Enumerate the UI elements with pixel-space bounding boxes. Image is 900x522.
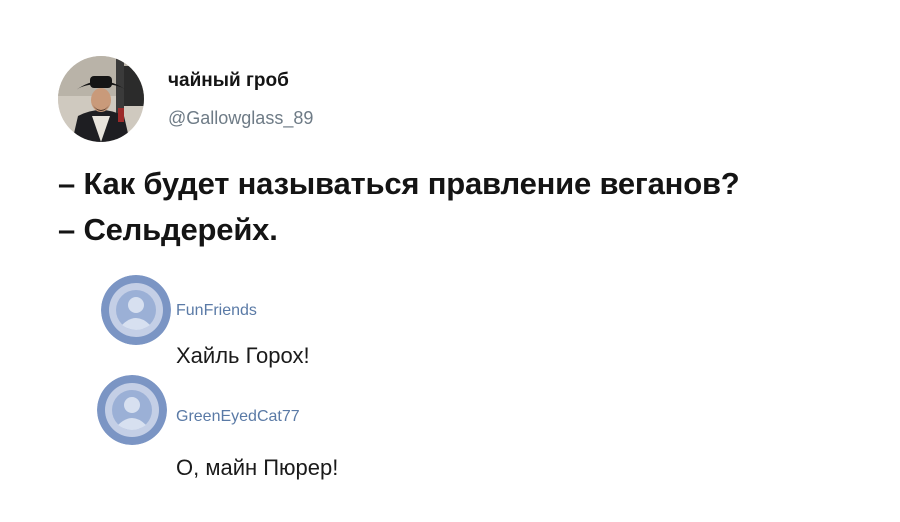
default-user-avatar-icon <box>101 275 171 345</box>
tweet-text-line: – Сельдерейх. <box>58 212 278 247</box>
comment-text: Хайль Горох! <box>176 343 310 368</box>
comment-username[interactable]: FunFriends <box>176 302 257 320</box>
default-user-avatar-icon <box>97 375 167 445</box>
pirate-portrait-avatar-icon <box>58 56 144 142</box>
comment-text: О, майн Пюрер! <box>176 455 339 480</box>
comment-avatar[interactable] <box>97 375 167 445</box>
author-handle[interactable]: @Gallowglass_89 <box>168 108 313 129</box>
tweet-text-line: – Как будет называться правление веганов… <box>58 166 740 201</box>
comment-username[interactable]: GreenEyedCat77 <box>176 408 300 426</box>
author-avatar[interactable] <box>58 56 144 142</box>
comment-avatar[interactable] <box>101 275 171 345</box>
author-name[interactable]: чайный гроб <box>168 70 289 92</box>
